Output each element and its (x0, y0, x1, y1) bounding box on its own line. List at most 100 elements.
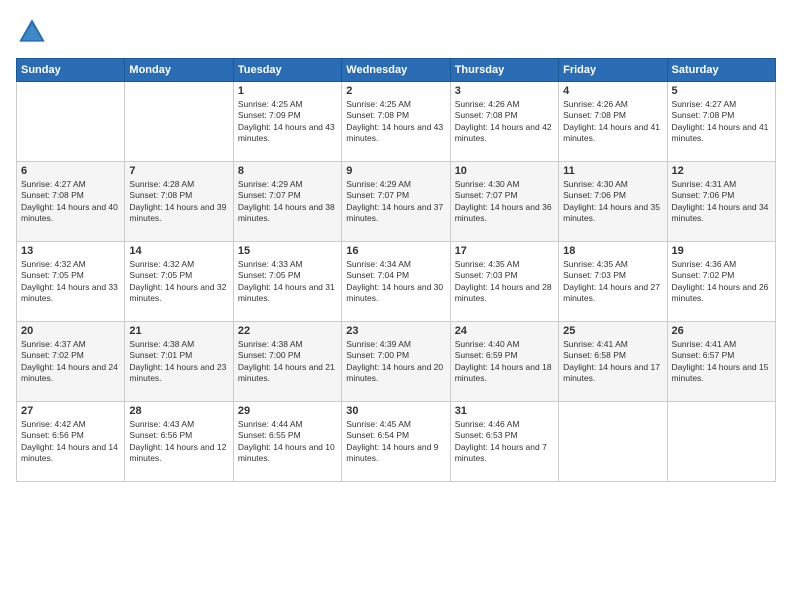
day-number: 4 (563, 85, 662, 97)
day-content: Sunrise: 4:27 AM Sunset: 7:08 PM Dayligh… (21, 179, 120, 225)
day-number: 31 (455, 405, 554, 417)
day-content: Sunrise: 4:38 AM Sunset: 7:00 PM Dayligh… (238, 339, 337, 385)
header-cell-friday: Friday (559, 59, 667, 82)
day-cell: 7Sunrise: 4:28 AM Sunset: 7:08 PM Daylig… (125, 162, 233, 242)
week-row-5: 27Sunrise: 4:42 AM Sunset: 6:56 PM Dayli… (17, 402, 776, 482)
header-cell-thursday: Thursday (450, 59, 558, 82)
day-cell: 31Sunrise: 4:46 AM Sunset: 6:53 PM Dayli… (450, 402, 558, 482)
day-content: Sunrise: 4:31 AM Sunset: 7:06 PM Dayligh… (672, 179, 771, 225)
day-content: Sunrise: 4:38 AM Sunset: 7:01 PM Dayligh… (129, 339, 228, 385)
week-row-2: 6 Sunrise: 4:27 AM Sunset: 7:08 PM Daylig… (17, 162, 776, 242)
header-cell-tuesday: Tuesday (233, 59, 341, 82)
day-content: Sunrise: 4:29 AM Sunset: 7:07 PM Dayligh… (238, 179, 337, 225)
day-cell: 1 Sunrise: 4:25 AM Sunset: 7:09 PM Daylig… (233, 82, 341, 162)
day-cell: 21 Sunrise: 4:38 AM Sunset: 7:01 PM Dayli… (125, 322, 233, 402)
day-cell: 29 Sunrise: 4:44 AM Sunset: 6:55 PM Dayli… (233, 402, 341, 482)
day-content: Sunrise: 4:36 AM Sunset: 7:02 PM Dayligh… (672, 259, 771, 305)
day-cell: 11 Sunrise: 4:30 AM Sunset: 7:06 PM Dayli… (559, 162, 667, 242)
day-number: 24 (455, 325, 554, 337)
day-content: Sunrise: 4:28 AM Sunset: 7:08 PM Dayligh… (129, 179, 228, 225)
day-number: 3 (455, 85, 554, 97)
day-cell: 9 Sunrise: 4:29 AM Sunset: 7:07 PM Daylig… (342, 162, 450, 242)
day-number: 10 (455, 165, 554, 177)
header-cell-saturday: Saturday (667, 59, 775, 82)
day-content: Sunrise: 4:44 AM Sunset: 6:55 PM Dayligh… (238, 419, 337, 465)
header-cell-monday: Monday (125, 59, 233, 82)
day-number: 2 (346, 85, 445, 97)
day-cell: 2 Sunrise: 4:25 AM Sunset: 7:08 PM Daylig… (342, 82, 450, 162)
day-number: 21 (129, 325, 228, 337)
header-cell-sunday: Sunday (17, 59, 125, 82)
day-content: Sunrise: 4:30 AM Sunset: 7:06 PM Dayligh… (563, 179, 662, 225)
day-content: Sunrise: 4:29 AM Sunset: 7:07 PM Dayligh… (346, 179, 445, 225)
day-cell: 19 Sunrise: 4:36 AM Sunset: 7:02 PM Dayli… (667, 242, 775, 322)
header (16, 16, 776, 48)
day-number: 6 (21, 165, 120, 177)
day-cell: 17Sunrise: 4:35 AM Sunset: 7:03 PM Dayli… (450, 242, 558, 322)
day-content: Sunrise: 4:34 AM Sunset: 7:04 PM Dayligh… (346, 259, 445, 305)
day-cell: 14Sunrise: 4:32 AM Sunset: 7:05 PM Dayli… (125, 242, 233, 322)
page: SundayMondayTuesdayWednesdayThursdayFrid… (0, 0, 792, 612)
day-number: 23 (346, 325, 445, 337)
day-number: 15 (238, 245, 337, 257)
day-content: Sunrise: 4:45 AM Sunset: 6:54 PM Dayligh… (346, 419, 445, 465)
day-cell: 27Sunrise: 4:42 AM Sunset: 6:56 PM Dayli… (17, 402, 125, 482)
day-content: Sunrise: 4:25 AM Sunset: 7:09 PM Dayligh… (238, 99, 337, 145)
day-number: 19 (672, 245, 771, 257)
day-cell (17, 82, 125, 162)
day-content: Sunrise: 4:25 AM Sunset: 7:08 PM Dayligh… (346, 99, 445, 145)
day-cell: 4 Sunrise: 4:26 AM Sunset: 7:08 PM Daylig… (559, 82, 667, 162)
day-number: 5 (672, 85, 771, 97)
day-content: Sunrise: 4:41 AM Sunset: 6:57 PM Dayligh… (672, 339, 771, 385)
day-cell: 8 Sunrise: 4:29 AM Sunset: 7:07 PM Daylig… (233, 162, 341, 242)
day-content: Sunrise: 4:43 AM Sunset: 6:56 PM Dayligh… (129, 419, 228, 465)
day-cell: 25 Sunrise: 4:41 AM Sunset: 6:58 PM Dayli… (559, 322, 667, 402)
header-row: SundayMondayTuesdayWednesdayThursdayFrid… (17, 59, 776, 82)
week-row-3: 13Sunrise: 4:32 AM Sunset: 7:05 PM Dayli… (17, 242, 776, 322)
day-number: 25 (563, 325, 662, 337)
day-number: 28 (129, 405, 228, 417)
day-number: 29 (238, 405, 337, 417)
day-cell: 15 Sunrise: 4:33 AM Sunset: 7:05 PM Dayli… (233, 242, 341, 322)
day-cell: 10 Sunrise: 4:30 AM Sunset: 7:07 PM Dayli… (450, 162, 558, 242)
day-content: Sunrise: 4:40 AM Sunset: 6:59 PM Dayligh… (455, 339, 554, 385)
day-cell: 16 Sunrise: 4:34 AM Sunset: 7:04 PM Dayli… (342, 242, 450, 322)
day-cell: 28 Sunrise: 4:43 AM Sunset: 6:56 PM Dayli… (125, 402, 233, 482)
day-number: 11 (563, 165, 662, 177)
day-cell: 18Sunrise: 4:35 AM Sunset: 7:03 PM Dayli… (559, 242, 667, 322)
day-content: Sunrise: 4:32 AM Sunset: 7:05 PM Dayligh… (129, 259, 228, 305)
calendar: SundayMondayTuesdayWednesdayThursdayFrid… (16, 58, 776, 482)
day-cell (667, 402, 775, 482)
day-cell (559, 402, 667, 482)
day-content: Sunrise: 4:27 AM Sunset: 7:08 PM Dayligh… (672, 99, 771, 145)
day-number: 8 (238, 165, 337, 177)
day-cell: 26 Sunrise: 4:41 AM Sunset: 6:57 PM Dayli… (667, 322, 775, 402)
day-cell: 24 Sunrise: 4:40 AM Sunset: 6:59 PM Dayli… (450, 322, 558, 402)
day-cell: 20Sunrise: 4:37 AM Sunset: 7:02 PM Dayli… (17, 322, 125, 402)
day-number: 9 (346, 165, 445, 177)
day-cell: 12 Sunrise: 4:31 AM Sunset: 7:06 PM Dayli… (667, 162, 775, 242)
day-number: 17 (455, 245, 554, 257)
day-content: Sunrise: 4:26 AM Sunset: 7:08 PM Dayligh… (563, 99, 662, 145)
day-content: Sunrise: 4:41 AM Sunset: 6:58 PM Dayligh… (563, 339, 662, 385)
day-content: Sunrise: 4:33 AM Sunset: 7:05 PM Dayligh… (238, 259, 337, 305)
day-content: Sunrise: 4:30 AM Sunset: 7:07 PM Dayligh… (455, 179, 554, 225)
day-number: 16 (346, 245, 445, 257)
week-row-1: 1 Sunrise: 4:25 AM Sunset: 7:09 PM Daylig… (17, 82, 776, 162)
day-cell: 13Sunrise: 4:32 AM Sunset: 7:05 PM Dayli… (17, 242, 125, 322)
day-number: 26 (672, 325, 771, 337)
day-cell: 5 Sunrise: 4:27 AM Sunset: 7:08 PM Daylig… (667, 82, 775, 162)
logo-icon (16, 16, 48, 48)
day-content: Sunrise: 4:39 AM Sunset: 7:00 PM Dayligh… (346, 339, 445, 385)
day-content: Sunrise: 4:26 AM Sunset: 7:08 PM Dayligh… (455, 99, 554, 145)
week-row-4: 20Sunrise: 4:37 AM Sunset: 7:02 PM Dayli… (17, 322, 776, 402)
day-content: Sunrise: 4:37 AM Sunset: 7:02 PM Dayligh… (21, 339, 120, 385)
day-cell: 6 Sunrise: 4:27 AM Sunset: 7:08 PM Daylig… (17, 162, 125, 242)
day-number: 30 (346, 405, 445, 417)
day-cell (125, 82, 233, 162)
day-content: Sunrise: 4:35 AM Sunset: 7:03 PM Dayligh… (563, 259, 662, 305)
day-number: 22 (238, 325, 337, 337)
day-number: 12 (672, 165, 771, 177)
day-number: 1 (238, 85, 337, 97)
day-cell: 30 Sunrise: 4:45 AM Sunset: 6:54 PM Dayli… (342, 402, 450, 482)
